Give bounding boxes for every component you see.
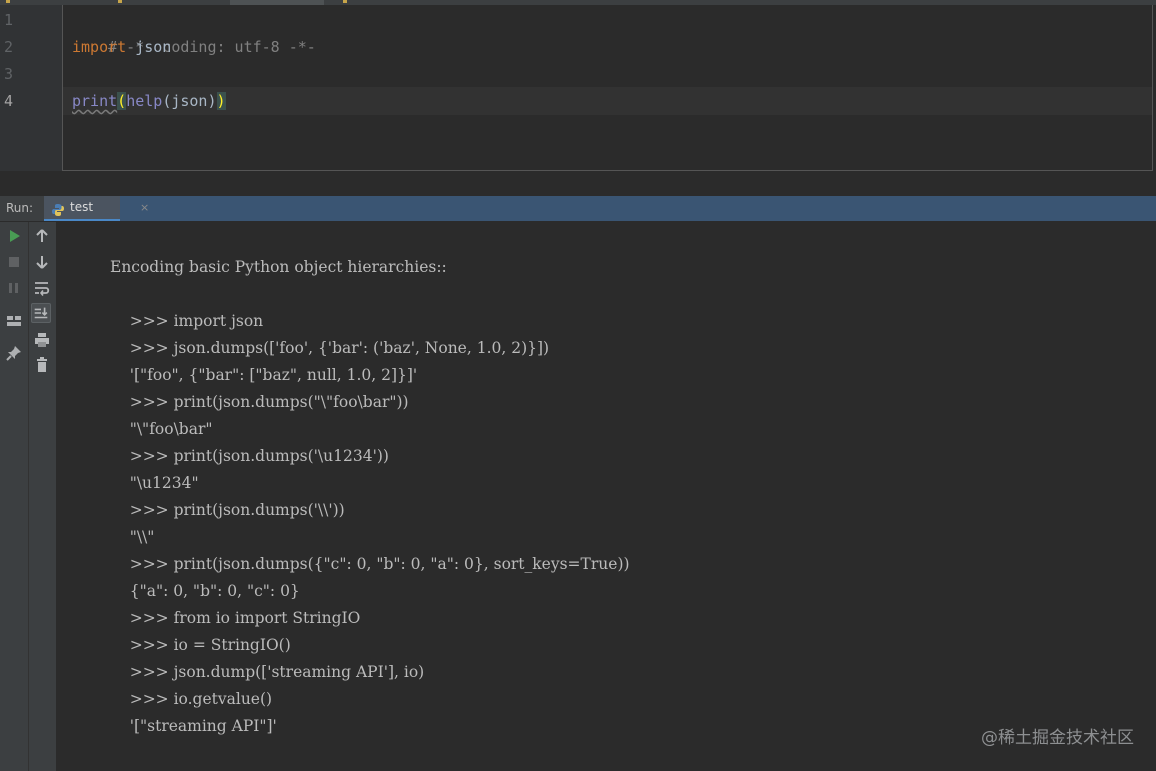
code-line-2[interactable]: import json (72, 34, 171, 61)
tab-marker (343, 0, 347, 3)
matched-paren-close: ) (216, 92, 226, 110)
console-line: '["foo", {"bar": ["baz", null, 1.0, 2]}]… (110, 366, 418, 384)
code-line-1[interactable]: # -*- coding: utf-8 -*- (72, 7, 316, 56)
python-icon (51, 202, 65, 216)
console-line: >>> import json (110, 312, 264, 330)
run-toolbar-primary (0, 222, 29, 771)
line-number: 3 (4, 65, 14, 83)
line-number: 1 (4, 11, 14, 29)
editor-bottom-border (63, 170, 1153, 171)
pause-icon[interactable] (4, 278, 24, 298)
print-builtin: print (72, 92, 118, 110)
console-output[interactable]: Encoding basic Python object hierarchies… (57, 222, 1156, 771)
run-icon[interactable] (4, 226, 24, 246)
console-line: >>> io.getvalue() (110, 690, 273, 708)
current-line-highlight (63, 87, 1152, 115)
console-line: >>> print(json.dumps("\"foo\bar")) (110, 393, 409, 411)
help-builtin: help (126, 92, 163, 110)
line-number: 2 (4, 38, 14, 56)
close-icon[interactable]: × (140, 196, 149, 219)
console-line: '["streaming API"]' (110, 717, 277, 735)
code-line-4[interactable]: print(help(json)) (72, 88, 226, 115)
trash-icon[interactable] (32, 355, 52, 375)
console-line: "\u1234" (110, 474, 199, 492)
stop-icon[interactable] (4, 252, 24, 272)
down-arrow-icon[interactable] (32, 252, 52, 272)
console-line: >>> print(json.dumps({"c": 0, "b": 0, "a… (110, 555, 630, 573)
print-icon[interactable] (32, 330, 52, 350)
pin-icon[interactable] (4, 343, 24, 363)
console-line: {"a": 0, "b": 0, "c": 0} (110, 582, 300, 600)
console-line: >>> from io import StringIO (110, 609, 361, 627)
up-arrow-icon[interactable] (32, 226, 52, 246)
soft-wrap-icon[interactable] (32, 278, 52, 298)
console-line: Encoding basic Python object hierarchies… (110, 258, 447, 276)
console-line: "\"foo\bar" (110, 420, 213, 438)
scroll-to-end-icon[interactable] (31, 303, 51, 323)
run-tool-window-header: Run: test × (0, 196, 1156, 222)
run-header-bar (120, 196, 1156, 221)
console-line: "\\" (110, 528, 155, 546)
console-line: >>> json.dump(['streaming API'], io) (110, 663, 425, 681)
run-label: Run: (6, 201, 34, 215)
run-toolbar-secondary (29, 222, 57, 771)
tab-marker (118, 0, 122, 3)
active-editor-tab[interactable] (230, 0, 324, 5)
help-args: (json) (162, 92, 217, 110)
run-tab-test[interactable]: test × (44, 196, 149, 221)
console-line: >>> print(json.dumps('\\')) (110, 501, 345, 519)
matched-paren-open: ( (117, 92, 127, 110)
editor-right-margin (1152, 5, 1153, 171)
tab-marker (6, 0, 10, 3)
watermark: @稀土掘金技术社区 (981, 728, 1134, 748)
run-tab-label: test (70, 200, 94, 214)
line-number-gutter: 1 2 3 4 (0, 5, 63, 171)
console-line: >>> print(json.dumps('\u1234')) (110, 447, 389, 465)
layout-icon[interactable] (4, 311, 24, 331)
module-name: json (126, 38, 172, 56)
line-number-current: 4 (4, 92, 14, 110)
editor-tab-strip (0, 0, 1156, 5)
console-line: >>> json.dumps(['foo', {'bar': ('baz', N… (110, 339, 550, 357)
import-keyword: import (72, 38, 127, 56)
code-editor[interactable]: 1 2 3 4 # -*- coding: utf-8 -*- import j… (0, 0, 1156, 196)
console-line: >>> io = StringIO() (110, 636, 291, 654)
